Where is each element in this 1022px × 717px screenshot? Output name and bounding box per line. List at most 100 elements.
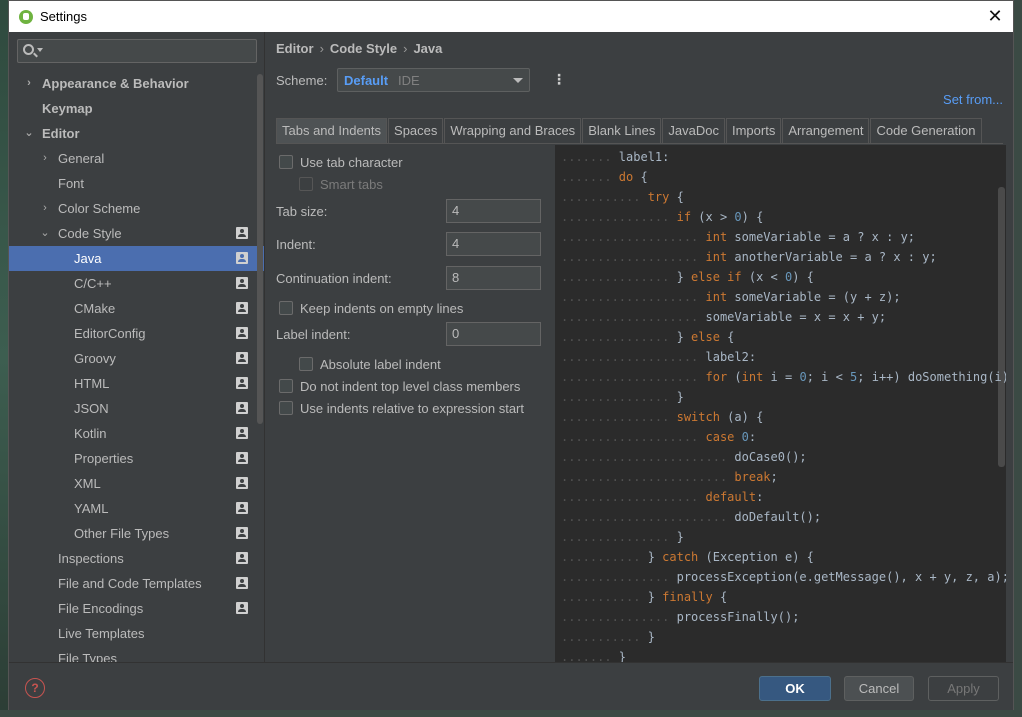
sidebar-item[interactable]: CMake [9,296,264,321]
sidebar-item[interactable]: › General [9,146,264,171]
sidebar-item[interactable]: Font [9,171,264,196]
code-token: someVariable = x = x + y; [705,310,887,324]
code-token: } [676,390,684,404]
chevron-right-icon[interactable]: › [39,146,51,171]
apply-button[interactable]: Apply [928,676,999,701]
relative-indents-checkbox[interactable] [279,401,293,415]
indent-input[interactable]: 4 [446,232,541,256]
indent-guide: ................... [561,430,706,444]
tab[interactable]: Wrapping and Braces [444,118,582,143]
tab[interactable]: Blank Lines [582,118,662,143]
sidebar-item[interactable]: Inspections [9,546,264,571]
tab[interactable]: Spaces [388,118,444,143]
cancel-button[interactable]: Cancel [844,676,914,701]
sidebar-item-label: General [58,151,105,166]
tab[interactable]: Arrangement [782,118,870,143]
scheme-actions-icon[interactable]: ⋮ [552,70,566,88]
use-tab-character-checkbox[interactable] [279,155,293,169]
sidebar-item[interactable]: EditorConfig [9,321,264,346]
absolute-label-indent-checkbox[interactable] [299,357,313,371]
label-indent-input[interactable]: 0 [446,322,541,346]
smart-tabs-option[interactable]: Smart tabs [299,175,383,193]
tab-size-label: Tab size: [276,204,328,219]
code-preview-scrollbar[interactable] [998,187,1005,467]
absolute-label-indent-option[interactable]: Absolute label indent [299,355,441,373]
tab[interactable]: Tabs and Indents [276,118,388,143]
sidebar-item[interactable]: Keymap [9,96,264,121]
code-line: ............... } else if (x < 0) { [561,267,814,287]
sidebar-item[interactable]: Groovy [9,346,264,371]
code-line: ............... if (x > 0) { [561,207,763,227]
continuation-indent-input[interactable]: 8 [446,266,541,290]
code-line: ........... try { [561,187,684,207]
ok-button[interactable]: OK [759,676,831,701]
sidebar-item-label: Groovy [74,351,116,366]
tab[interactable]: Code Generation [870,118,982,143]
sidebar-item[interactable]: Java [9,246,264,271]
scheme-label: Scheme: [276,73,328,88]
search-icon [23,44,34,55]
sidebar-item-label: Live Templates [58,626,145,641]
code-token: if [676,210,692,224]
keep-indents-checkbox[interactable] [279,301,293,315]
no-indent-top-level-checkbox[interactable] [279,379,293,393]
code-token: } [647,550,663,564]
breadcrumb-item[interactable]: Editor [276,41,314,56]
sidebar-item[interactable]: YAML [9,496,264,521]
code-token: doCase0(); [734,450,807,464]
indent-guide: ................... [561,290,706,304]
sidebar-item[interactable]: File and Code Templates [9,571,264,596]
use-tab-character-option[interactable]: Use tab character [279,153,403,171]
sidebar-item[interactable]: Kotlin [9,421,264,446]
tab[interactable]: JavaDoc [662,118,725,143]
search-dropdown-icon[interactable] [37,48,43,52]
sidebar-item[interactable]: › Color Scheme [9,196,264,221]
indent-guide: ....................... [561,510,735,524]
smart-tabs-checkbox[interactable] [299,177,313,191]
indent-guide: ............... [561,530,677,544]
no-indent-top-level-option[interactable]: Do not indent top level class members [279,377,520,395]
sidebar-item[interactable]: Properties [9,446,264,471]
code-token: label2: [705,350,757,364]
sidebar-item[interactable]: ⌄ Code Style [9,221,264,246]
chevron-down-icon[interactable]: ⌄ [23,121,35,146]
sidebar-scrollbar[interactable] [257,74,263,424]
code-line: ............... switch (a) { [561,407,763,427]
relative-indents-option[interactable]: Use indents relative to expression start [279,399,524,417]
code-line: ........... } finally { [561,587,727,607]
sidebar-item-label: Font [58,176,85,191]
sidebar-item[interactable]: ⌄ Editor [9,121,264,146]
keep-indents-option[interactable]: Keep indents on empty lines [279,299,463,317]
code-token: for [705,370,728,384]
chevron-down-icon[interactable]: ⌄ [39,221,51,246]
sidebar-item-label: YAML [74,501,109,516]
sidebar-item[interactable]: File Types [9,646,264,662]
breadcrumb-item[interactable]: Code Style [330,41,397,56]
help-icon[interactable]: ? [25,678,45,698]
indent-label: Indent: [276,237,316,252]
code-preview[interactable]: ....... label1:....... do {........... t… [555,145,1006,662]
sidebar-item[interactable]: Live Templates [9,621,264,646]
code-token: (x < [741,270,785,284]
sidebar-item[interactable]: File Encodings [9,596,264,621]
chevron-right-icon[interactable]: › [39,196,51,221]
tab-divider [276,143,1003,144]
code-line: ....................... break; [561,467,778,487]
sidebar-item[interactable]: Other File Types [9,521,264,546]
window-title: Settings [40,9,87,24]
sidebar-item[interactable]: HTML [9,371,264,396]
sidebar-item[interactable]: XML [9,471,264,496]
continuation-indent-label: Continuation indent: [276,271,392,286]
sidebar-item[interactable]: › Appearance & Behavior [9,71,264,96]
sidebar-item[interactable]: C/C++ [9,271,264,296]
scheme-select[interactable]: Default IDE [337,68,530,92]
tab[interactable]: Imports [725,118,782,143]
search-input[interactable] [17,39,257,63]
tab-size-input[interactable]: 4 [446,199,541,223]
sidebar-item[interactable]: JSON [9,396,264,421]
set-from-link[interactable]: Set from... [943,92,1003,107]
close-icon[interactable]: ✕ [985,6,1005,26]
code-token: } [647,630,655,644]
code-token: ; i < [806,370,851,384]
chevron-right-icon[interactable]: › [23,71,35,96]
